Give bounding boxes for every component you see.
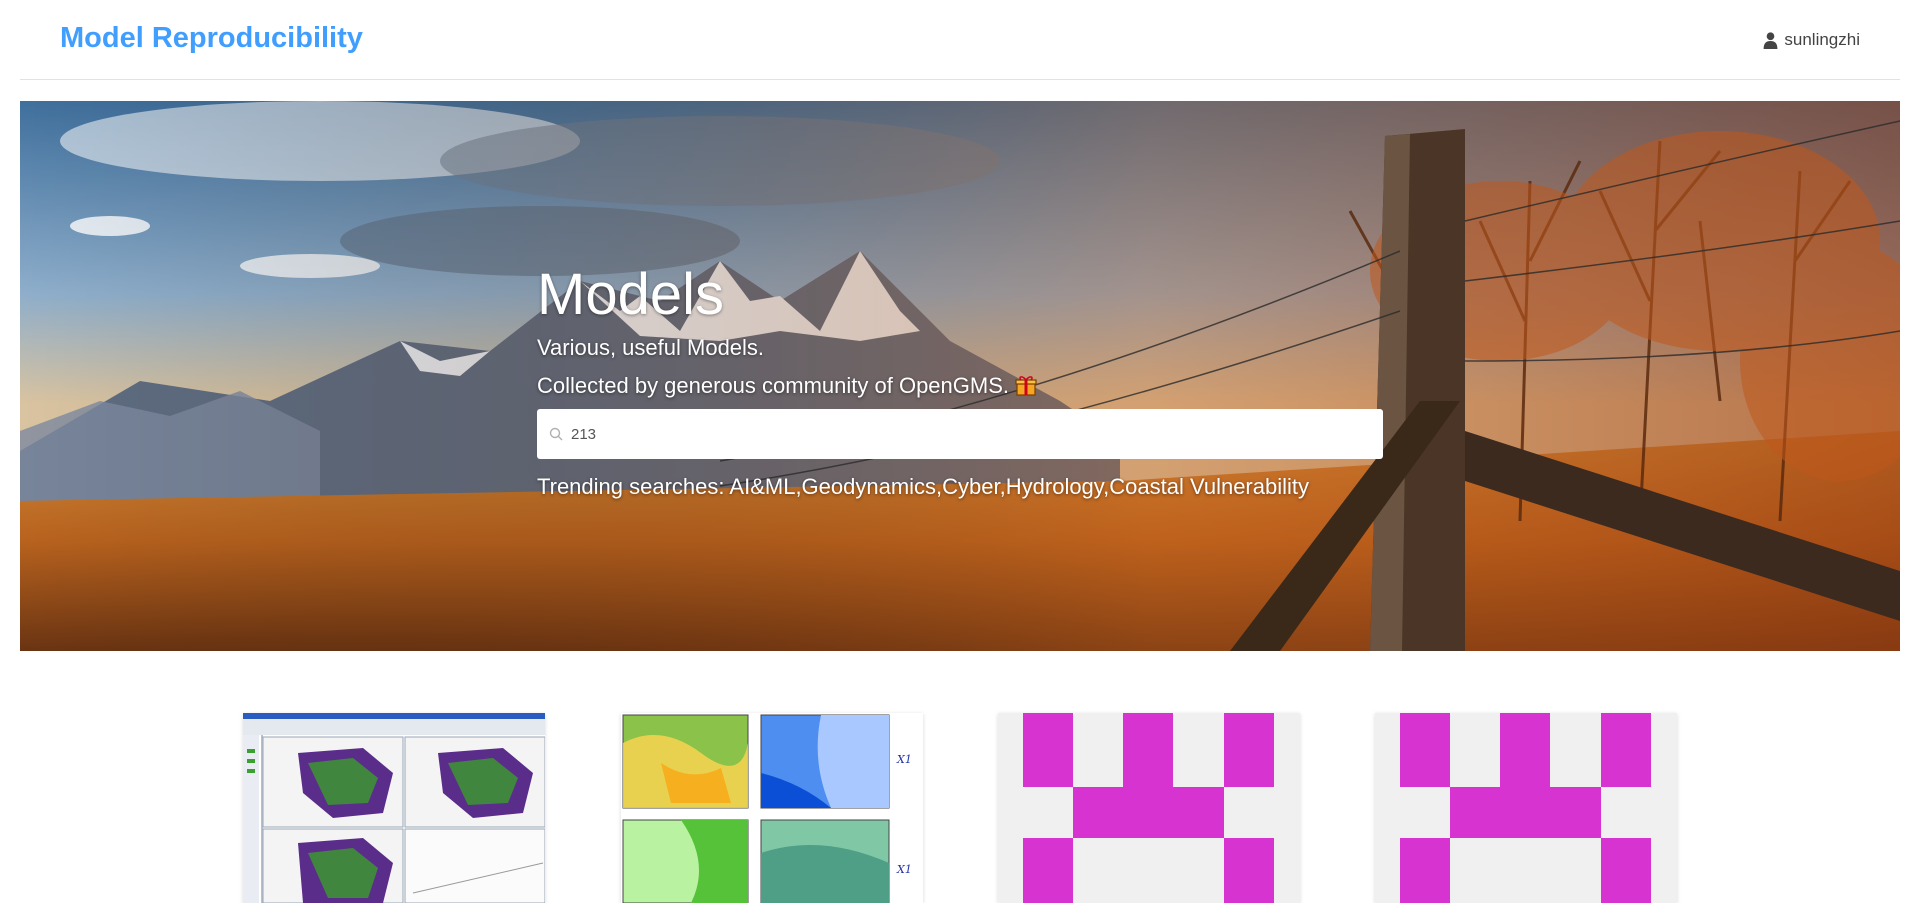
gift-icon: [1015, 376, 1037, 396]
model-thumbnail-map-panels: X1 X1: [621, 713, 923, 903]
hero-banner: Models Various, useful Models. Collected…: [20, 101, 1900, 651]
search-icon: [549, 427, 563, 441]
top-navbar: Model Reproducibility sunlingzhi: [20, 0, 1900, 80]
brand-logo[interactable]: Model Reproducibility: [60, 22, 363, 55]
search-input[interactable]: [571, 425, 1371, 443]
hero-content: Models Various, useful Models. Collected…: [537, 261, 1387, 507]
model-thumbnail-default-pattern: [1375, 713, 1677, 903]
hero-tagline: Collected by generous community of OpenG…: [537, 367, 1387, 405]
model-thumbnail-default-pattern: [998, 713, 1300, 903]
model-card-list: X1 X1: [0, 713, 1920, 903]
hero-subtitle: Various, useful Models.: [537, 335, 765, 360]
trending-label: Trending searches:: [537, 474, 725, 499]
trending-items[interactable]: AI&ML,Geodynamics,Cyber,Hydrology,Coasta…: [729, 474, 1309, 499]
search-box[interactable]: [537, 409, 1383, 459]
user-icon: [1763, 31, 1778, 49]
model-card[interactable]: [998, 713, 1300, 903]
svg-text:X1: X1: [896, 863, 912, 876]
model-card[interactable]: [243, 713, 545, 903]
model-card[interactable]: [1375, 713, 1677, 903]
svg-text:X1: X1: [896, 753, 912, 766]
model-thumbnail-gis-screenshot: [243, 713, 545, 903]
trending-searches: Trending searches: AI&ML,Geodynamics,Cyb…: [537, 467, 1387, 507]
username: sunlingzhi: [1784, 30, 1860, 49]
user-menu[interactable]: sunlingzhi: [1763, 30, 1860, 50]
hero-title: Models: [537, 262, 724, 327]
hero-tagline-text: Collected by generous community of OpenG…: [537, 373, 1010, 398]
model-card[interactable]: X1 X1: [621, 713, 923, 903]
